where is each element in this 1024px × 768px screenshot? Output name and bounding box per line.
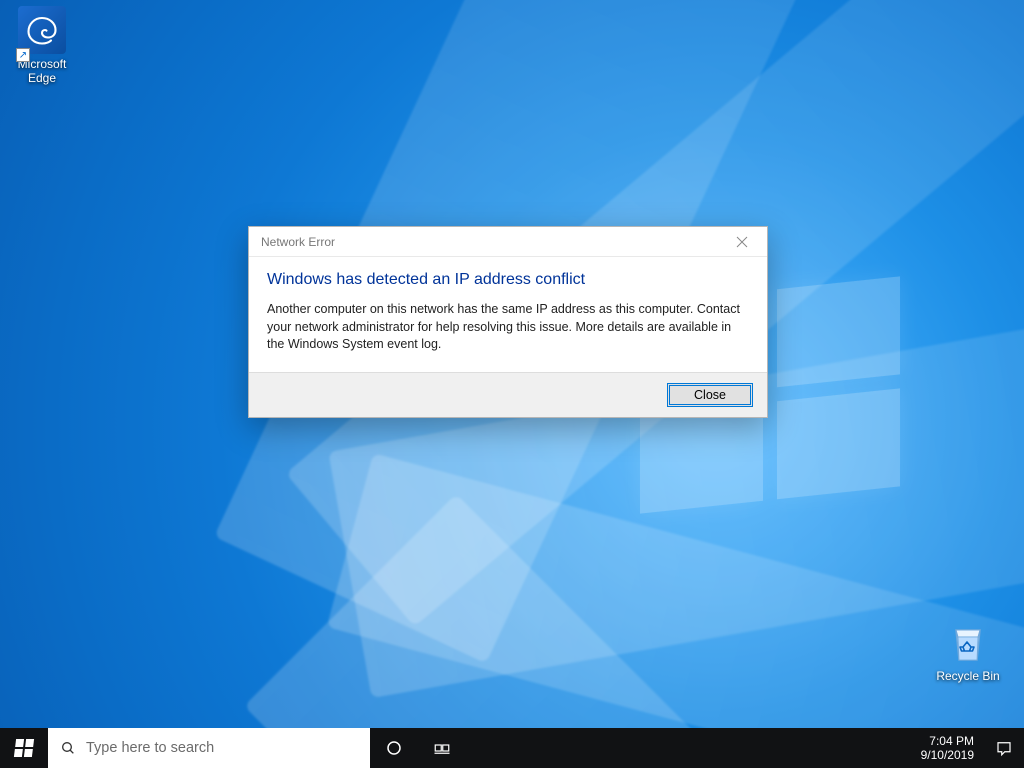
system-tray[interactable]: 7:04 PM 9/10/2019: [909, 728, 984, 768]
desktop-background: ↗ Microsoft Edge Recycle Bin Network Err…: [0, 0, 1024, 768]
taskbar-clock[interactable]: 7:04 PM 9/10/2019: [921, 734, 980, 763]
shortcut-arrow-icon: ↗: [16, 48, 30, 62]
network-error-dialog: Network Error Windows has detected an IP…: [248, 226, 768, 418]
desktop-icon-recycle-bin[interactable]: Recycle Bin: [930, 618, 1006, 684]
action-center-button[interactable]: [984, 728, 1024, 768]
dialog-title: Network Error: [261, 235, 335, 249]
edge-icon: [18, 6, 66, 54]
taskbar-search-box[interactable]: Type here to search: [48, 728, 370, 768]
dialog-titlebar[interactable]: Network Error: [249, 227, 767, 257]
recycle-bin-icon: [944, 618, 992, 666]
task-view-icon: [433, 739, 451, 757]
close-button[interactable]: Close: [667, 383, 753, 407]
search-icon: [60, 740, 76, 756]
desktop-icon-label: Recycle Bin: [930, 670, 1006, 684]
cortana-button[interactable]: [370, 728, 418, 768]
dialog-footer: Close: [249, 372, 767, 417]
taskbar: Type here to search 7:04 PM 9/10/2019: [0, 728, 1024, 768]
dialog-heading: Windows has detected an IP address confl…: [267, 271, 749, 289]
desktop-icon-label: Microsoft Edge: [4, 58, 80, 86]
task-view-button[interactable]: [418, 728, 466, 768]
notification-icon: [995, 739, 1013, 757]
cortana-circle-icon: [385, 739, 403, 757]
tray-time: 7:04 PM: [921, 734, 974, 748]
start-button[interactable]: [0, 728, 48, 768]
windows-start-icon: [14, 739, 34, 757]
dialog-close-x[interactable]: [725, 230, 759, 254]
desktop-icon-edge[interactable]: ↗ Microsoft Edge: [4, 6, 80, 86]
search-placeholder: Type here to search: [86, 740, 214, 756]
close-icon: [736, 236, 748, 248]
dialog-message: Another computer on this network has the…: [267, 301, 749, 354]
tray-date: 9/10/2019: [921, 748, 974, 762]
